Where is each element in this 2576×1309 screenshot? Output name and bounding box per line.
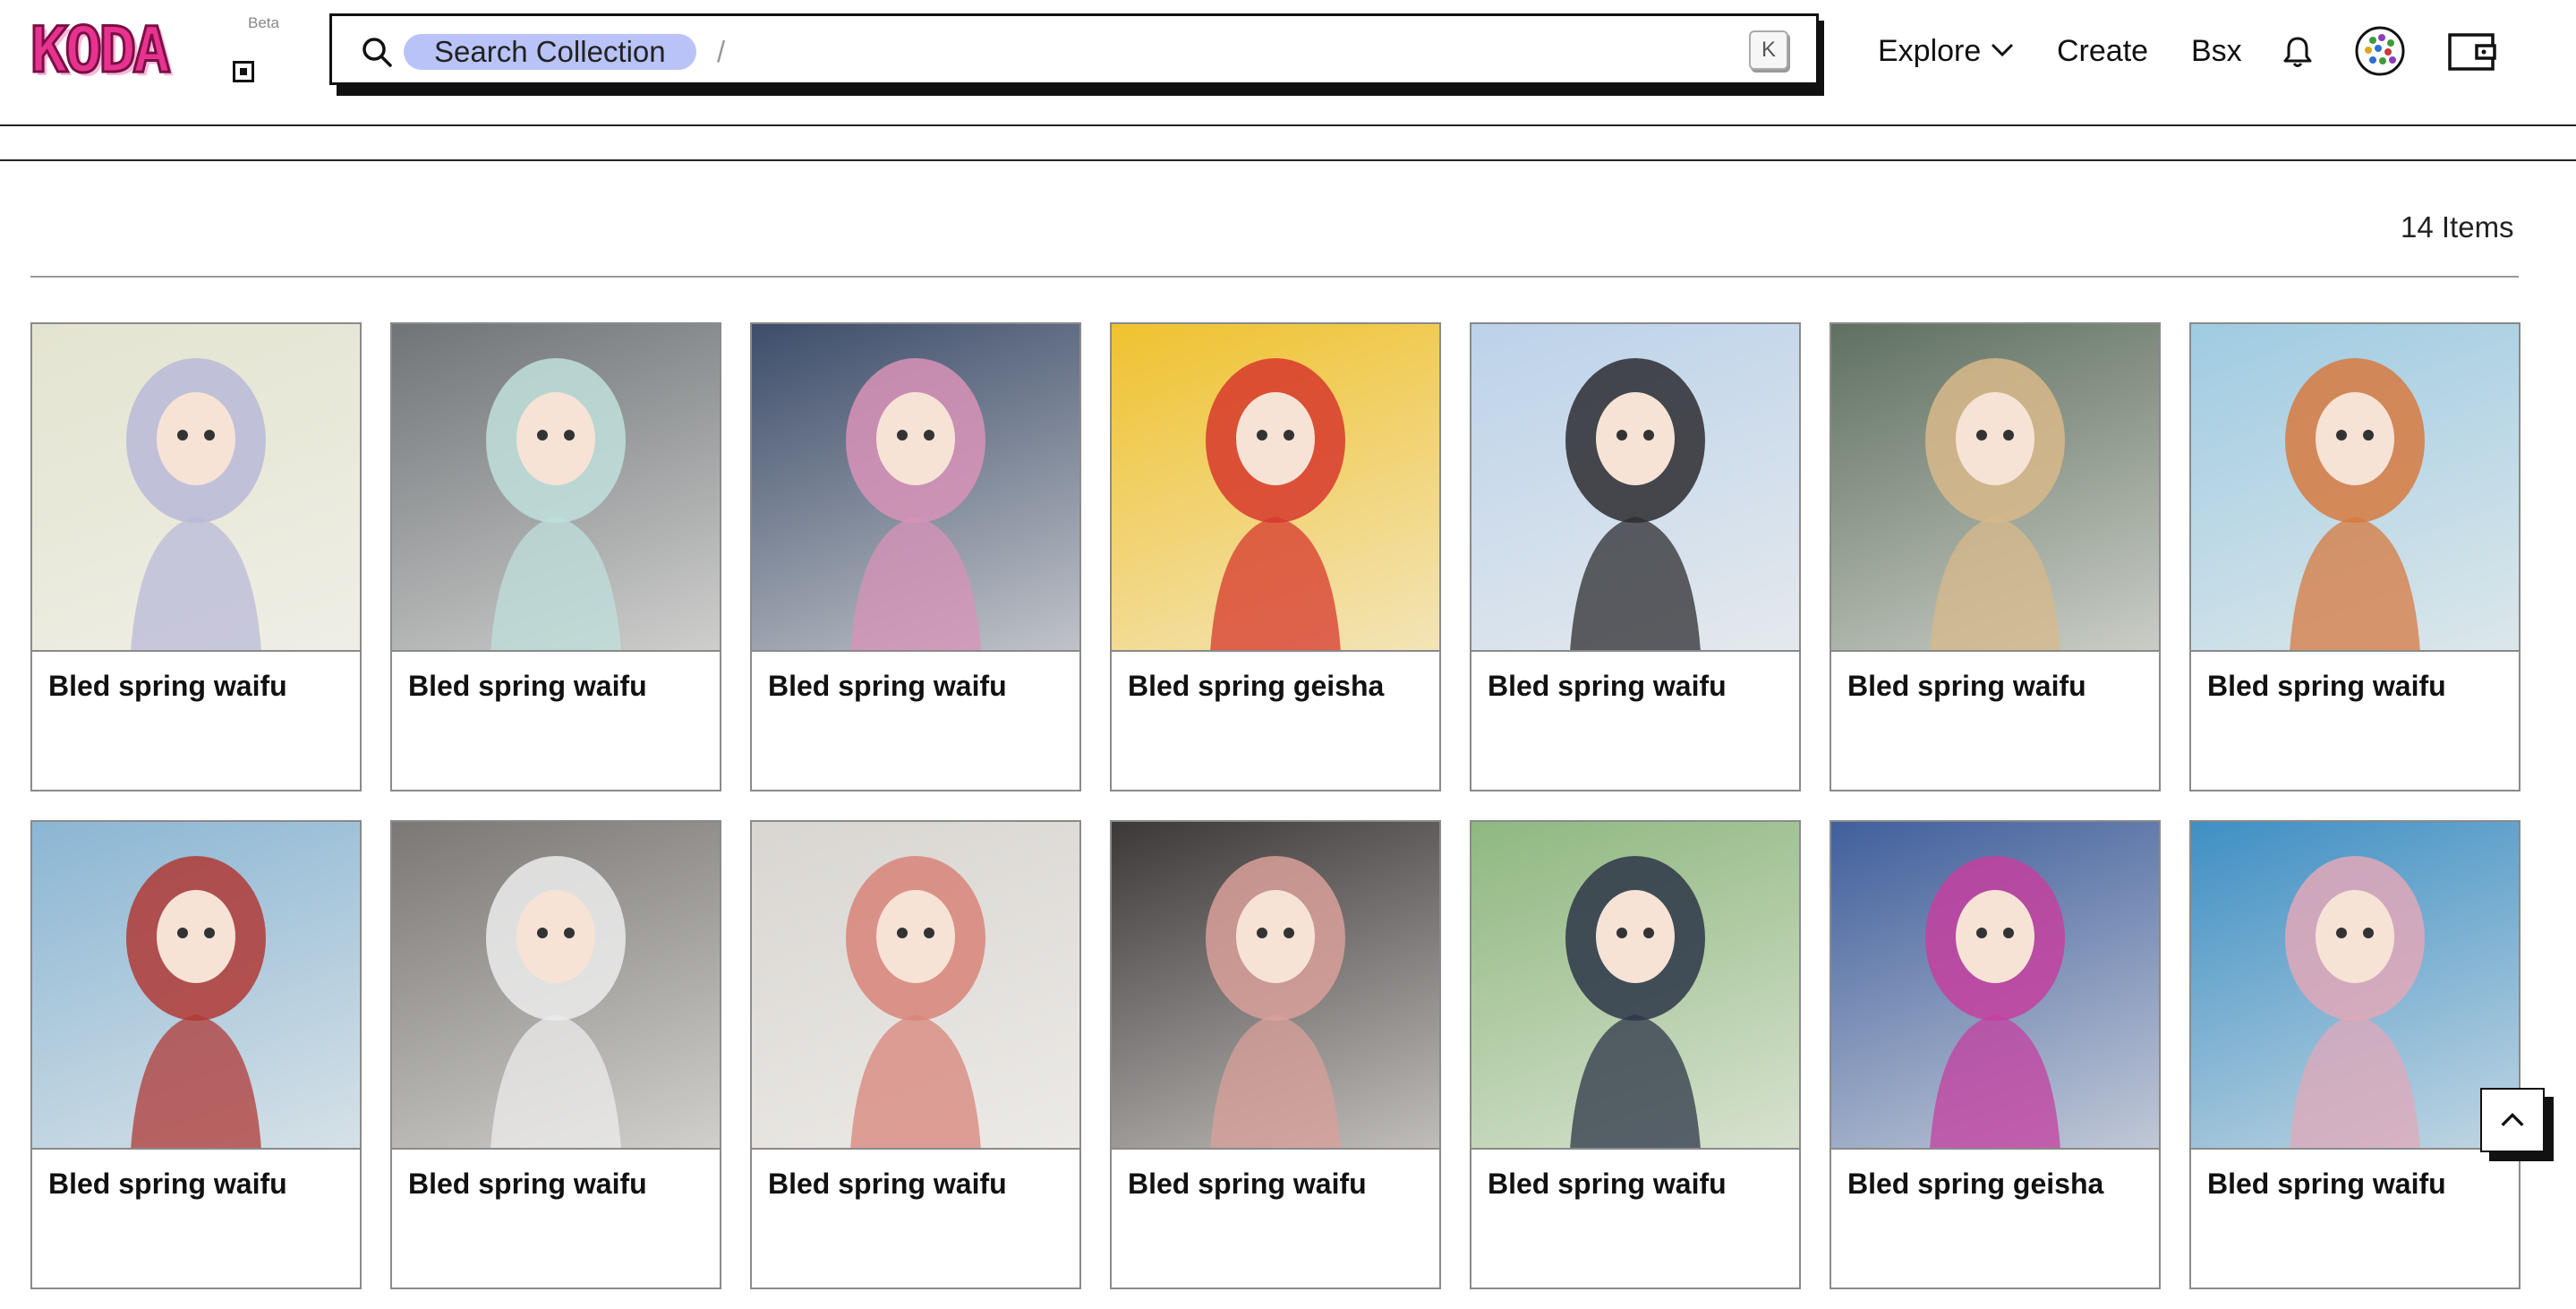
nft-card[interactable]: Bled spring waifu xyxy=(1470,820,1801,1289)
nft-thumbnail[interactable] xyxy=(392,324,720,652)
nft-card-title: Bled spring waifu xyxy=(768,670,1007,702)
search-icon xyxy=(363,38,392,67)
nav-explore[interactable]: Explore xyxy=(1878,32,1981,70)
logo-text: KODA xyxy=(30,13,173,87)
nft-card-title: Bled spring waifu xyxy=(1128,1168,1367,1200)
nft-card-title: Bled spring waifu xyxy=(2207,1168,2446,1200)
artwork-figure xyxy=(486,358,626,650)
nft-card[interactable]: Bled spring waifu xyxy=(750,820,1081,1289)
nft-thumbnail[interactable] xyxy=(1831,822,2159,1150)
nft-card[interactable]: Bled spring waifu xyxy=(390,322,721,791)
top-header: KODA Beta Search Collection / K Explore … xyxy=(0,0,2576,126)
artwork-figure xyxy=(1206,358,1345,650)
keyboard-shortcut-hint: K xyxy=(1749,30,1788,70)
nft-thumbnail[interactable] xyxy=(1831,324,2159,652)
nft-thumbnail[interactable] xyxy=(1112,822,1439,1150)
nft-card-title: Bled spring waifu xyxy=(408,1168,647,1200)
nft-card[interactable]: Bled spring geisha xyxy=(1110,322,1441,791)
toolbar-divider xyxy=(0,159,2576,161)
items-divider xyxy=(30,276,2519,278)
nft-card[interactable]: Bled spring waifu xyxy=(30,322,362,791)
nft-thumbnail[interactable] xyxy=(32,324,360,652)
nft-card[interactable]: Bled spring geisha xyxy=(1830,820,2161,1289)
bell-icon[interactable] xyxy=(2280,34,2316,70)
artwork-figure xyxy=(846,358,985,650)
avatar[interactable] xyxy=(2355,26,2405,76)
search-separator: / xyxy=(717,35,726,68)
scroll-to-top-button[interactable] xyxy=(2480,1088,2554,1161)
nft-card-title: Bled spring waifu xyxy=(2207,670,2446,702)
nft-card[interactable]: Bled spring waifu xyxy=(2189,322,2521,791)
search-box[interactable]: Search Collection / K xyxy=(329,13,1819,85)
nft-card[interactable]: Bled spring waifu xyxy=(2189,820,2521,1289)
nft-card[interactable]: Bled spring waifu xyxy=(1830,322,2161,791)
artwork-figure xyxy=(1206,856,1345,1148)
nft-card-title: Bled spring waifu xyxy=(1488,670,1727,702)
artwork-figure xyxy=(1565,856,1705,1148)
nav-bsx[interactable]: Bsx xyxy=(2191,32,2242,70)
nft-thumbnail[interactable] xyxy=(1471,822,1799,1150)
artwork-figure xyxy=(2285,358,2425,650)
search-bar[interactable]: Search Collection / K xyxy=(329,13,1824,96)
koda-logo[interactable]: KODA xyxy=(30,13,259,87)
nft-thumbnail[interactable] xyxy=(2191,324,2519,652)
nft-card-title: Bled spring waifu xyxy=(1847,670,2086,702)
artwork-figure xyxy=(126,856,266,1148)
arrow-up-icon xyxy=(2501,1112,2524,1126)
nft-card[interactable]: Bled spring waifu xyxy=(390,820,721,1289)
scroll-top-box[interactable] xyxy=(2480,1088,2545,1152)
nav-create[interactable]: Create xyxy=(2057,32,2148,70)
artwork-figure xyxy=(846,856,985,1148)
artwork-figure xyxy=(126,358,266,650)
nft-card-title: Bled spring geisha xyxy=(1847,1168,2104,1200)
nft-thumbnail[interactable] xyxy=(32,822,360,1150)
nft-card[interactable]: Bled spring waifu xyxy=(1110,820,1441,1289)
artwork-figure xyxy=(1925,358,2065,650)
wallet-icon[interactable] xyxy=(2447,28,2499,74)
nft-thumbnail[interactable] xyxy=(1112,324,1439,652)
artwork-figure xyxy=(1925,856,2065,1148)
artwork-figure xyxy=(486,856,626,1148)
nft-card[interactable]: Bled spring waifu xyxy=(750,322,1081,791)
nft-card[interactable]: Bled spring waifu xyxy=(1470,322,1801,791)
artwork-figure xyxy=(2285,856,2425,1148)
nft-thumbnail[interactable] xyxy=(752,324,1079,652)
nft-card-title: Bled spring waifu xyxy=(48,1168,287,1200)
nft-card[interactable]: Bled spring waifu xyxy=(30,820,362,1289)
items-count: 14 Items xyxy=(2401,210,2514,244)
artwork-figure xyxy=(1565,358,1705,650)
nft-thumbnail[interactable] xyxy=(752,822,1079,1150)
chevron-down-icon[interactable] xyxy=(1991,41,2014,59)
search-input[interactable] xyxy=(744,30,1675,73)
nft-thumbnail[interactable] xyxy=(2191,822,2519,1150)
nft-card-title: Bled spring waifu xyxy=(768,1168,1007,1200)
nft-thumbnail[interactable] xyxy=(1471,324,1799,652)
nft-card-title: Bled spring waifu xyxy=(408,670,647,702)
nft-card-title: Bled spring waifu xyxy=(48,670,287,702)
nft-card-title: Bled spring waifu xyxy=(1488,1168,1727,1200)
beta-label: Beta xyxy=(248,14,279,31)
logo-dot xyxy=(233,61,254,82)
search-collection-pill[interactable]: Search Collection xyxy=(404,34,696,70)
nft-card-title: Bled spring geisha xyxy=(1128,670,1385,702)
nft-thumbnail[interactable] xyxy=(392,822,720,1150)
